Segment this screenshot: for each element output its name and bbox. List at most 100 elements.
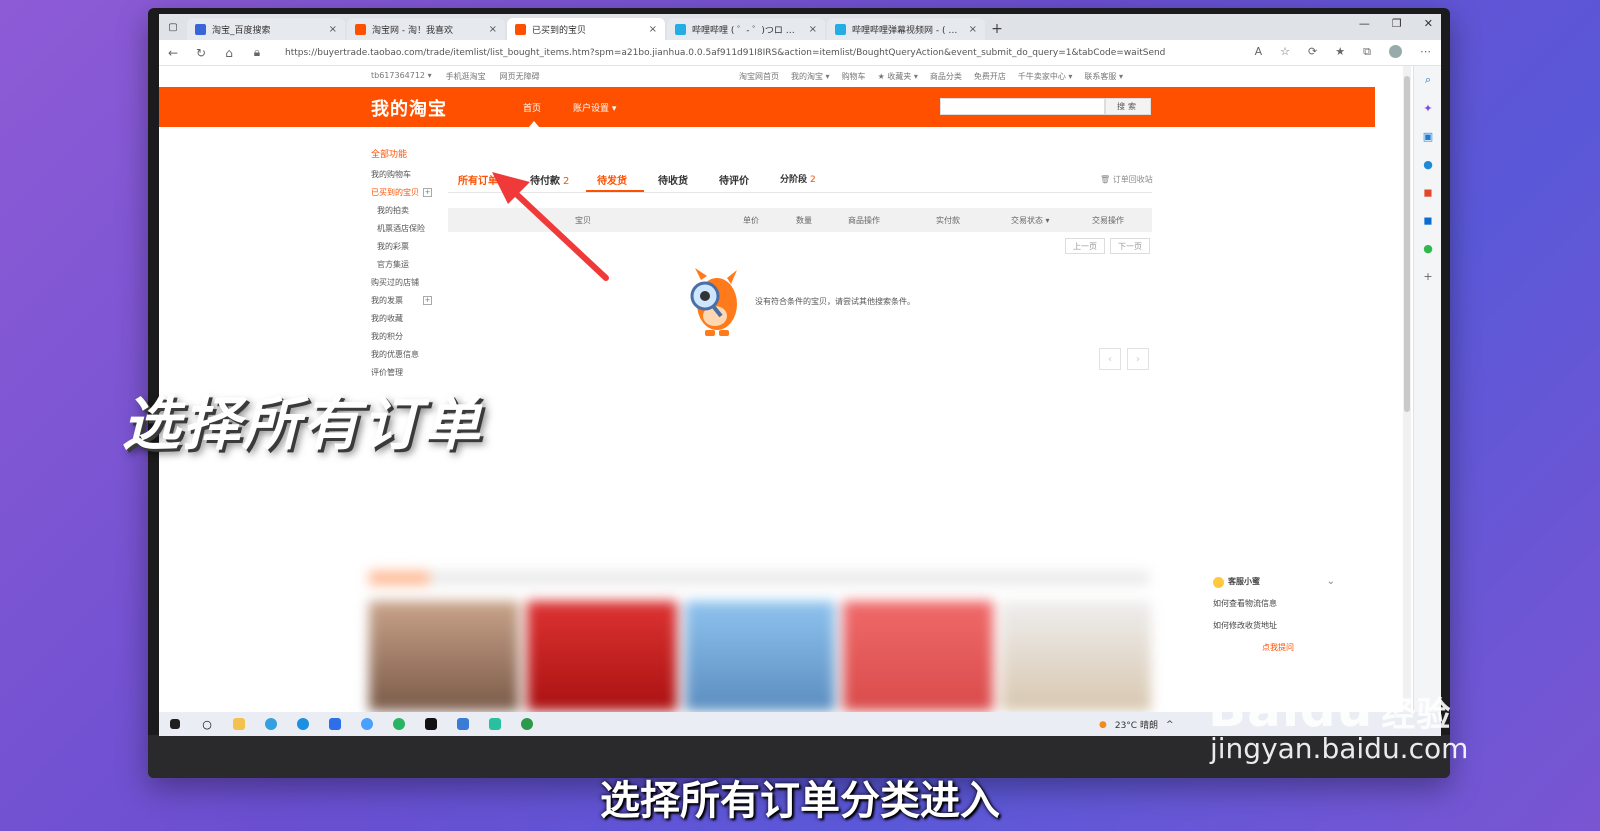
site-nav-link[interactable]: 我的淘宝 ▾	[791, 71, 830, 82]
recommend-card[interactable]	[1001, 601, 1151, 711]
copilot-icon[interactable]: ✦	[1414, 94, 1441, 122]
carousel-next-icon[interactable]: ›	[1127, 348, 1149, 370]
edge-icon[interactable]	[287, 712, 319, 736]
close-tab-icon[interactable]: ×	[649, 24, 657, 35]
url-field[interactable]: https://buyertrade.taobao.com/trade/item…	[285, 48, 1165, 58]
site-nav-link[interactable]: tb617364712 ▾	[371, 71, 432, 82]
tab-pending-receipt[interactable]: 待收货	[658, 172, 688, 187]
tray-chevron-icon[interactable]: ^	[1166, 720, 1174, 730]
left-menu-item[interactable]: 我的购物车	[371, 166, 425, 184]
site-nav-link[interactable]: 淘宝网首页	[739, 71, 779, 82]
tab-actions-icon[interactable]: ▢	[159, 14, 187, 40]
app-icon[interactable]	[383, 712, 415, 736]
recommend-card[interactable]	[527, 601, 677, 711]
left-menu-item[interactable]: 我的彩票	[371, 238, 425, 256]
extensions-icon[interactable]: ⟳	[1308, 45, 1317, 59]
collections-icon[interactable]: ⧉	[1363, 45, 1371, 59]
next-page-button[interactable]: 下一页	[1110, 238, 1150, 254]
search-input[interactable]	[940, 98, 1105, 115]
search-icon[interactable]: ○	[191, 712, 223, 736]
app-icon[interactable]	[511, 712, 543, 736]
chevron-down-icon[interactable]: ⌄	[1327, 571, 1335, 593]
office-icon[interactable]: ◼	[1414, 178, 1441, 206]
search-icon[interactable]: ⌕	[1414, 66, 1441, 94]
cs-title[interactable]: 客服小蜜 ⌄	[1213, 571, 1343, 593]
recommend-card[interactable]	[369, 601, 519, 711]
tab-all-orders[interactable]: 所有订单	[458, 172, 498, 187]
cs-ask-button[interactable]: 点我提问	[1213, 637, 1343, 659]
recommend-card[interactable]	[843, 601, 993, 711]
browser-tab[interactable]: 哔哩哔哩 ( ゜- ゜)つロ 干杯~-bili ×	[667, 18, 825, 40]
read-aloud-icon[interactable]: A	[1255, 45, 1263, 59]
home-icon[interactable]: ⌂	[215, 46, 243, 60]
brand-logo[interactable]: 我的淘宝	[371, 95, 447, 121]
close-tab-icon[interactable]: ×	[969, 24, 977, 35]
left-menu-item[interactable]: 已买到的宝贝 +	[371, 184, 432, 202]
games-icon[interactable]: ●	[1414, 234, 1441, 262]
expand-icon[interactable]: +	[423, 296, 432, 305]
left-menu-item[interactable]: 官方集运	[371, 256, 425, 274]
tab-pending-payment[interactable]: 待付款 2	[530, 172, 569, 187]
back-icon[interactable]: ←	[159, 46, 187, 60]
refresh-icon[interactable]: ↻	[187, 46, 215, 60]
cs-question[interactable]: 如何查看物流信息	[1213, 593, 1343, 615]
left-menu-item[interactable]: 我的收藏	[371, 310, 425, 328]
close-tab-icon[interactable]: ×	[489, 24, 497, 35]
more-menu-icon[interactable]: ⋯	[1420, 45, 1431, 59]
nav-home[interactable]: 首页	[523, 101, 541, 114]
app-icon[interactable]	[319, 712, 351, 736]
people-icon[interactable]: ●	[1414, 150, 1441, 178]
browser-tab[interactable]: 哔哩哔哩弹幕视频网 - ( ゜- ゜)つ ×	[827, 18, 985, 40]
app-icon[interactable]	[447, 712, 479, 736]
shopping-icon[interactable]: ▣	[1414, 122, 1441, 150]
nav-account-settings[interactable]: 账户设置 ▾	[573, 101, 616, 114]
tab-pending-review[interactable]: 待评价	[719, 172, 749, 187]
browser-tab[interactable]: 淘宝_百度搜索 ×	[187, 18, 345, 40]
expand-icon[interactable]: +	[423, 188, 432, 197]
video-player-icon[interactable]	[479, 712, 511, 736]
left-menu-item[interactable]: 我的发票 +	[371, 292, 432, 310]
close-window-icon[interactable]: ✕	[1424, 17, 1433, 30]
favorites-icon[interactable]: ★	[1335, 45, 1345, 59]
scroll-thumb[interactable]	[1404, 76, 1410, 412]
outlook-icon[interactable]: ◼	[1414, 206, 1441, 234]
weather-text[interactable]: 23°C 晴朗	[1115, 718, 1158, 731]
left-menu-item[interactable]: 购买过的店铺	[371, 274, 425, 292]
tiktok-icon[interactable]	[415, 712, 447, 736]
app-icon[interactable]	[351, 712, 383, 736]
browser-app-icon[interactable]	[255, 712, 287, 736]
site-nav-link[interactable]: 购物车	[842, 71, 866, 82]
cs-question[interactable]: 如何修改收货地址	[1213, 615, 1343, 637]
start-icon[interactable]	[159, 712, 191, 736]
prev-page-button[interactable]: 上一页	[1065, 238, 1105, 254]
carousel-prev-icon[interactable]: ‹	[1099, 348, 1121, 370]
search-button[interactable]: 搜索	[1105, 98, 1151, 115]
site-nav-link[interactable]: 千牛卖家中心 ▾	[1018, 71, 1073, 82]
tab-pending-shipment[interactable]: 待发货	[597, 172, 627, 187]
browser-tab[interactable]: 淘宝网 - 淘！我喜欢 ×	[347, 18, 505, 40]
browser-tab[interactable]: 已买到的宝贝 ×	[507, 18, 665, 40]
tab-staged[interactable]: 分阶段 2	[780, 172, 816, 185]
left-menu-item[interactable]: 我的积分	[371, 328, 425, 346]
close-tab-icon[interactable]: ×	[329, 24, 337, 35]
page-scrollbar[interactable]	[1403, 66, 1411, 712]
left-menu-item[interactable]: 机票酒店保险	[371, 220, 425, 238]
site-nav-link[interactable]: 网页无障碍	[500, 71, 540, 82]
site-nav-link[interactable]: 免费开店	[974, 71, 1006, 82]
order-recycle-bin[interactable]: 🗑︎ 订单回收站	[1100, 174, 1153, 185]
profile-avatar[interactable]	[1389, 45, 1402, 58]
restore-icon[interactable]: ❐	[1392, 17, 1402, 30]
file-explorer-icon[interactable]	[223, 712, 255, 736]
close-tab-icon[interactable]: ×	[809, 24, 817, 35]
add-icon[interactable]: +	[1414, 262, 1441, 290]
recommend-card[interactable]	[685, 601, 835, 711]
site-nav-link[interactable]: 联系客服 ▾	[1084, 71, 1123, 82]
left-menu-item[interactable]: 我的优惠信息	[371, 346, 425, 364]
left-menu-item[interactable]: 我的拍卖	[371, 202, 425, 220]
site-nav-link[interactable]: 商品分类	[930, 71, 962, 82]
add-favorite-icon[interactable]: ☆	[1280, 45, 1290, 59]
menu-title[interactable]: 全部功能	[371, 146, 425, 166]
site-nav-link[interactable]: ★ 收藏夹 ▾	[878, 71, 918, 82]
site-nav-link[interactable]: 手机逛淘宝	[446, 71, 486, 82]
new-tab-button[interactable]: +	[987, 18, 1007, 40]
